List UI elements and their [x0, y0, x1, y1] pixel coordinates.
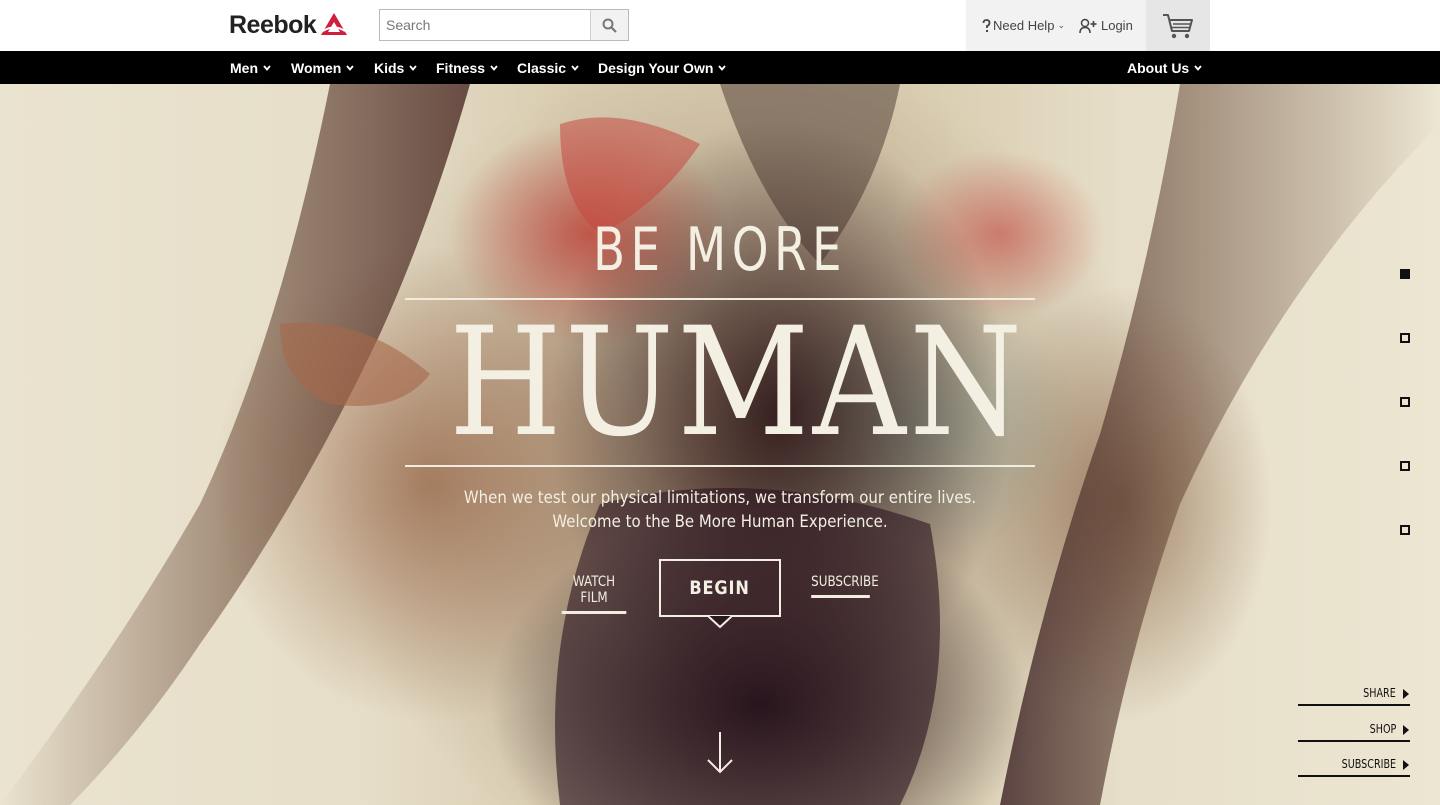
nav-item-women[interactable]: Women — [291, 51, 354, 84]
nav-label: Design Your Own — [598, 59, 714, 76]
divider-bottom — [405, 465, 1035, 467]
section-dot-1[interactable] — [1400, 269, 1410, 279]
chevron-down-icon — [1194, 65, 1202, 71]
search-button[interactable] — [590, 10, 628, 40]
utility-bar: Need Help ⌄ Login — [966, 0, 1146, 51]
logo-wordmark: Reebok — [229, 10, 317, 39]
login-link[interactable]: Login — [1079, 18, 1133, 34]
nav-item-design-your-own[interactable]: Design Your Own — [598, 51, 727, 84]
subscribe-underline — [811, 595, 870, 598]
play-arrow-icon — [1403, 689, 1409, 699]
hero-content: BE MORE HUMAN When we test our physical … — [0, 84, 1440, 805]
tagline-line-1: When we test our physical limitations, w… — [463, 488, 977, 508]
hero-banner: BE MORE HUMAN When we test our physical … — [0, 84, 1440, 805]
chevron-down-icon — [409, 65, 418, 71]
nav-label: Fitness — [436, 59, 486, 76]
watch-film-link[interactable]: WATCH FILM — [561, 574, 627, 614]
chevron-down-icon — [263, 65, 271, 71]
cart-button[interactable] — [1146, 0, 1210, 51]
need-help-menu[interactable]: Need Help ⌄ — [982, 18, 1065, 33]
subscribe-link[interactable]: SUBSCRIBE — [811, 574, 879, 598]
chevron-down-icon — [346, 65, 354, 71]
nav-item-kids[interactable]: Kids — [374, 51, 418, 84]
nav-label: Women — [291, 59, 342, 76]
begin-label: BEGIN — [689, 577, 751, 599]
nav-item-men[interactable]: Men — [230, 51, 271, 84]
nav-item-about-us[interactable]: About Us — [1127, 51, 1202, 84]
shop-label: SHOP — [1369, 722, 1396, 736]
hero-tagline: When we test our physical limitations, w… — [443, 486, 997, 534]
begin-button[interactable]: BEGIN — [659, 559, 781, 617]
nav-item-fitness[interactable]: Fitness — [436, 51, 498, 84]
begin-pointer-icon — [708, 615, 732, 629]
section-dot-3[interactable] — [1400, 397, 1410, 407]
subscribe-label: SUBSCRIBE — [811, 574, 879, 590]
arrow-down-icon[interactable] — [706, 731, 734, 775]
section-dot-5[interactable] — [1400, 525, 1410, 535]
nav-item-classic[interactable]: Classic — [517, 51, 579, 84]
hero-headline: HUMAN — [449, 296, 1026, 470]
chevron-down-icon: ⌄ — [1057, 20, 1065, 30]
share-link[interactable]: SHARE — [1298, 686, 1410, 706]
nav-label: About Us — [1127, 59, 1190, 76]
need-help-label: Need Help — [993, 18, 1055, 33]
question-icon — [982, 18, 991, 32]
side-subscribe-underline — [1298, 775, 1410, 777]
share-underline — [1298, 704, 1410, 706]
search-input[interactable] — [380, 10, 590, 40]
nav-label: Kids — [374, 59, 405, 76]
watch-film-label: WATCH FILM — [572, 574, 616, 606]
side-subscribe-label: SUBSCRIBE — [1341, 757, 1396, 771]
main-nav: Men Women Kids Fitness Classic Design Yo… — [0, 51, 1440, 84]
nav-label: Classic — [517, 59, 567, 76]
share-label: SHARE — [1363, 686, 1396, 700]
watch-film-underline — [561, 611, 627, 614]
side-subscribe-link[interactable]: SUBSCRIBE — [1298, 757, 1410, 777]
nav-label: Men — [230, 59, 258, 76]
cart-icon — [1163, 13, 1193, 38]
search-icon — [602, 18, 617, 33]
play-arrow-icon — [1403, 760, 1409, 770]
chevron-down-icon — [490, 65, 498, 71]
chevron-down-icon — [718, 65, 727, 71]
shop-underline — [1298, 740, 1410, 742]
tagline-line-2: Welcome to the Be More Human Experience. — [552, 512, 888, 532]
search-box — [379, 9, 629, 41]
chevron-down-icon — [571, 65, 579, 71]
add-user-icon — [1079, 18, 1097, 33]
section-dot-2[interactable] — [1400, 333, 1410, 343]
shop-link[interactable]: SHOP — [1298, 722, 1410, 742]
reebok-delta-icon — [321, 13, 348, 35]
play-arrow-icon — [1403, 725, 1409, 735]
login-label: Login — [1100, 18, 1133, 33]
reebok-logo[interactable]: Reebok — [229, 11, 348, 39]
section-dot-4[interactable] — [1400, 461, 1410, 471]
top-header: Reebok Need Help ⌄ — [0, 0, 1440, 52]
hero-kicker: BE MORE — [592, 215, 848, 285]
